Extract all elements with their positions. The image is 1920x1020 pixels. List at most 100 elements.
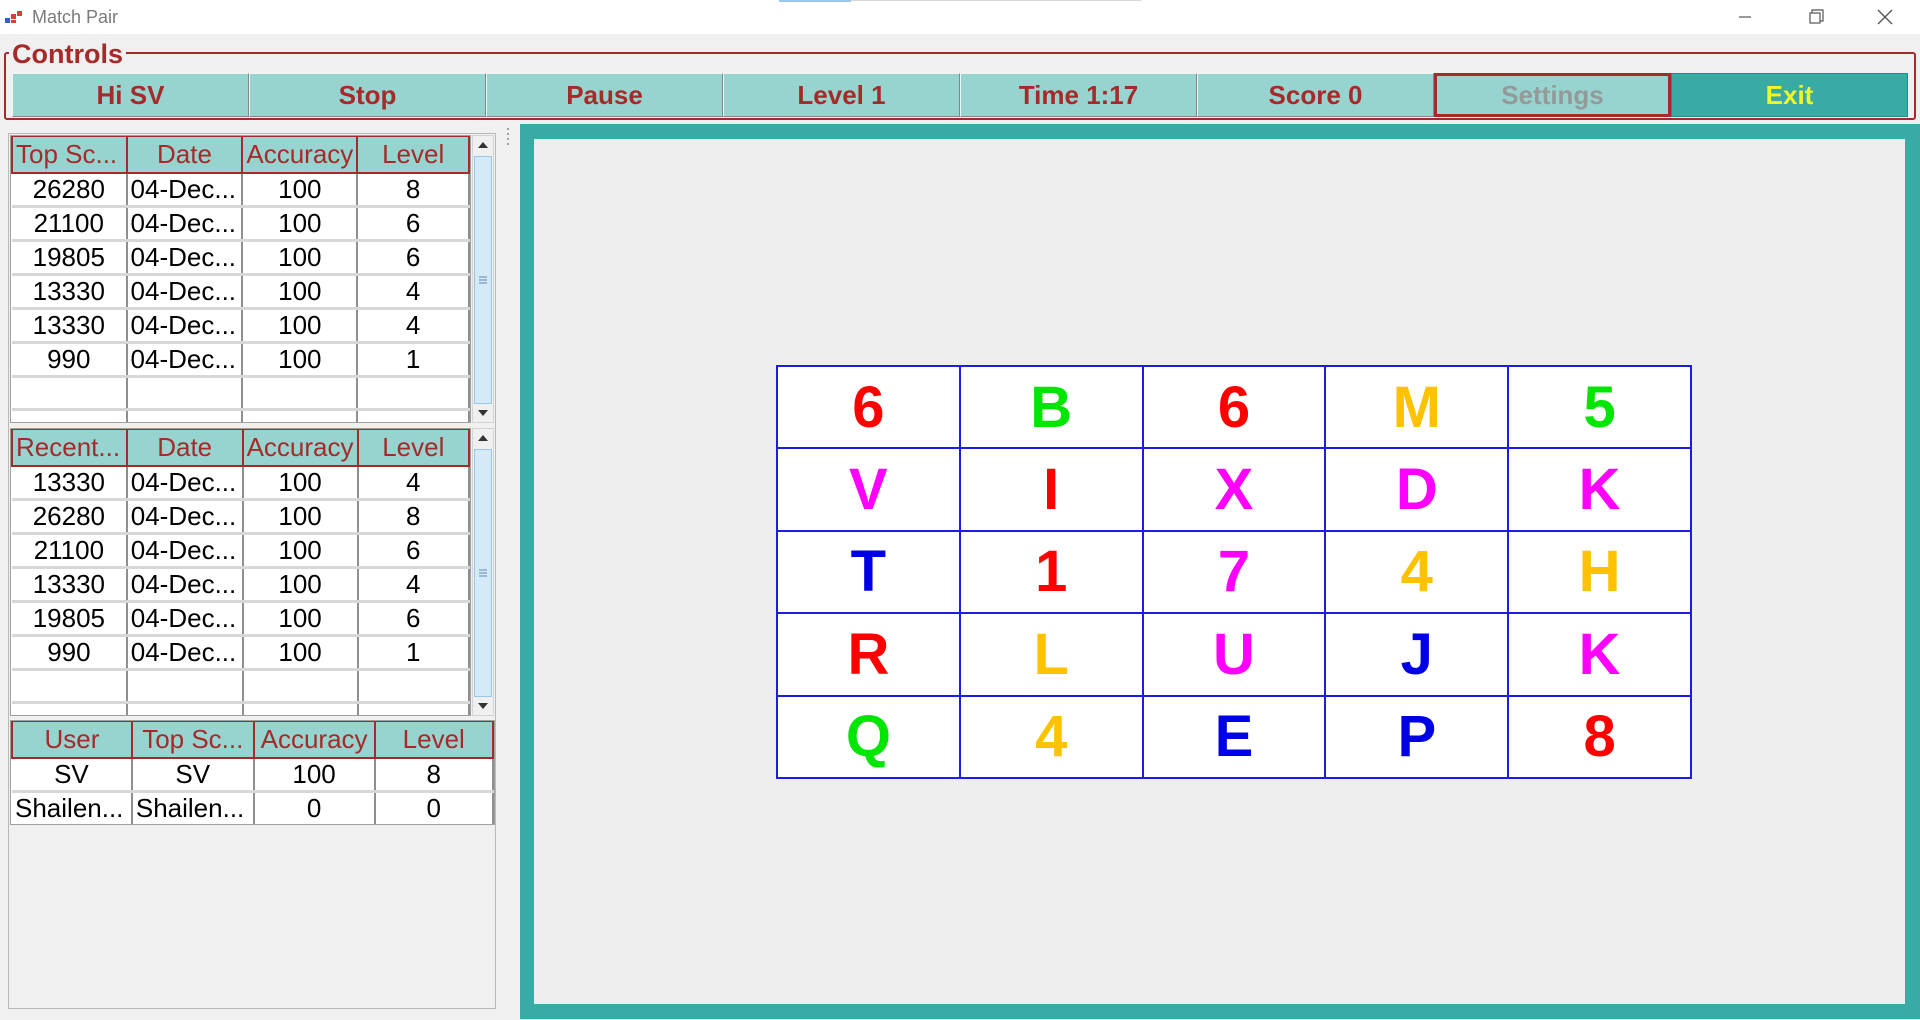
minimize-button[interactable] [1710,0,1780,34]
accuracy-cell: 0 [253,791,376,824]
table-row[interactable]: 13330 04-Dec... 100 4 [12,308,470,344]
column-header-recent[interactable]: Recent... [11,429,128,467]
column-header-top-score[interactable]: Top Sc... [130,721,255,759]
scroll-up-icon[interactable] [473,136,493,154]
empty-cell [357,702,470,715]
restore-button[interactable] [1780,0,1850,34]
table-row[interactable]: 26280 04-Dec... 100 8 [12,172,470,208]
recent-scores-table[interactable]: Recent... Date Accuracy Level 13330 04-De… [10,428,471,716]
app-icon [5,9,25,25]
table-row-empty[interactable] [12,702,470,715]
settings-button[interactable]: Settings [1434,73,1671,117]
table-row[interactable]: 13330 04-Dec... 100 4 [12,567,470,603]
panel-splitter[interactable] [505,125,511,1015]
tile[interactable]: E [1142,695,1326,778]
tile[interactable]: X [1142,448,1326,531]
time-button[interactable]: Time 1:17 [960,73,1197,117]
table-row-empty[interactable] [12,669,470,704]
scroll-thumb[interactable] [474,156,492,404]
tile[interactable]: T [777,530,960,614]
tile[interactable]: 1 [959,530,1143,614]
grip-icon [479,276,487,284]
users-table[interactable]: User Top Sc... Accuracy Level SV SV 100 8 S… [10,720,495,825]
column-header-level[interactable]: Level [373,721,494,759]
table-row[interactable]: SV SV 100 8 [12,757,494,793]
tile[interactable]: K [1508,613,1691,696]
tile[interactable]: K [1508,448,1691,531]
empty-cell [12,376,128,411]
scroll-up-icon[interactable] [473,429,493,447]
date-cell: 04-Dec... [126,206,244,242]
level-cell: 8 [357,499,470,535]
table-row[interactable]: 26280 04-Dec... 100 8 [12,499,470,535]
table-row[interactable]: 13330 04-Dec... 100 4 [12,274,470,310]
tile[interactable]: R [777,613,960,696]
close-button[interactable] [1850,0,1920,34]
tile[interactable]: D [1325,448,1509,531]
title-bar[interactable]: Match Pair [0,0,1920,34]
recent-scores-scrollbar[interactable] [472,428,494,716]
tile[interactable]: B [959,366,1143,449]
scroll-down-icon[interactable] [473,697,493,715]
column-header-top-score[interactable]: Top Sc... [11,136,128,174]
table-row[interactable]: 19805 04-Dec... 100 6 [12,240,470,276]
accuracy-cell: 100 [242,308,359,344]
tile[interactable]: 7 [1142,530,1326,614]
pause-button[interactable]: Pause [486,73,723,117]
column-header-date[interactable]: Date [125,136,244,174]
empty-cell [242,702,359,715]
tile[interactable]: Q [777,695,960,778]
column-header-accuracy[interactable]: Accuracy [252,721,376,759]
table-row-empty[interactable] [12,409,470,422]
table-row[interactable]: Shailen... Shailen... 0 0 [12,791,494,824]
level-cell: 4 [357,465,470,501]
column-header-level[interactable]: Level [356,136,470,174]
column-header-user[interactable]: User [11,721,133,759]
top-scores-table[interactable]: Top Sc... Date Accuracy Level 26280 04-De… [10,135,471,423]
tile[interactable]: 4 [959,695,1143,778]
tile[interactable]: U [1142,613,1326,696]
table-row[interactable]: 19805 04-Dec... 100 6 [12,601,470,637]
level-cell: 6 [357,206,470,242]
table-row[interactable]: 21100 04-Dec... 100 6 [12,206,470,242]
tile[interactable]: H [1508,530,1691,614]
table-row[interactable]: 990 04-Dec... 100 1 [12,635,470,671]
scroll-down-icon[interactable] [473,404,493,422]
tile[interactable]: 6 [1142,366,1326,449]
tile[interactable]: P [1325,695,1509,778]
accuracy-cell: 100 [253,757,376,793]
column-header-level[interactable]: Level [356,429,470,467]
table-row-empty[interactable] [12,376,470,411]
user-cell: Shailen... [12,791,133,824]
tile[interactable]: 8 [1508,695,1691,778]
accuracy-cell: 100 [242,274,359,310]
column-header-date[interactable]: Date [125,429,244,467]
column-header-accuracy[interactable]: Accuracy [241,429,359,467]
empty-cell [126,376,244,411]
top-scores-scrollbar[interactable] [472,135,494,423]
level-button[interactable]: Level 1 [723,73,960,117]
column-header-accuracy[interactable]: Accuracy [241,136,359,174]
tile[interactable]: I [959,448,1143,531]
tile[interactable]: 5 [1508,366,1691,449]
table-row[interactable]: 13330 04-Dec... 100 4 [12,465,470,501]
tile[interactable]: V [777,448,960,531]
score-cell: 19805 [12,601,128,637]
level-cell: 4 [357,567,470,603]
tile[interactable]: L [959,613,1143,696]
hi-user-button[interactable]: Hi SV [12,73,249,117]
tile[interactable]: 4 [1325,530,1509,614]
score-cell: 13330 [12,567,128,603]
stop-button[interactable]: Stop [249,73,486,117]
level-cell: 4 [357,274,470,310]
table-row[interactable]: 21100 04-Dec... 100 6 [12,533,470,569]
tile[interactable]: 6 [777,366,960,449]
scroll-thumb[interactable] [474,449,492,697]
exit-button[interactable]: Exit [1671,73,1908,117]
table-row[interactable]: 990 04-Dec... 100 1 [12,342,470,378]
tile[interactable]: J [1325,613,1509,696]
date-cell: 04-Dec... [126,342,244,378]
tile[interactable]: M [1325,366,1509,449]
score-cell: 21100 [12,206,128,242]
score-button[interactable]: Score 0 [1197,73,1434,117]
